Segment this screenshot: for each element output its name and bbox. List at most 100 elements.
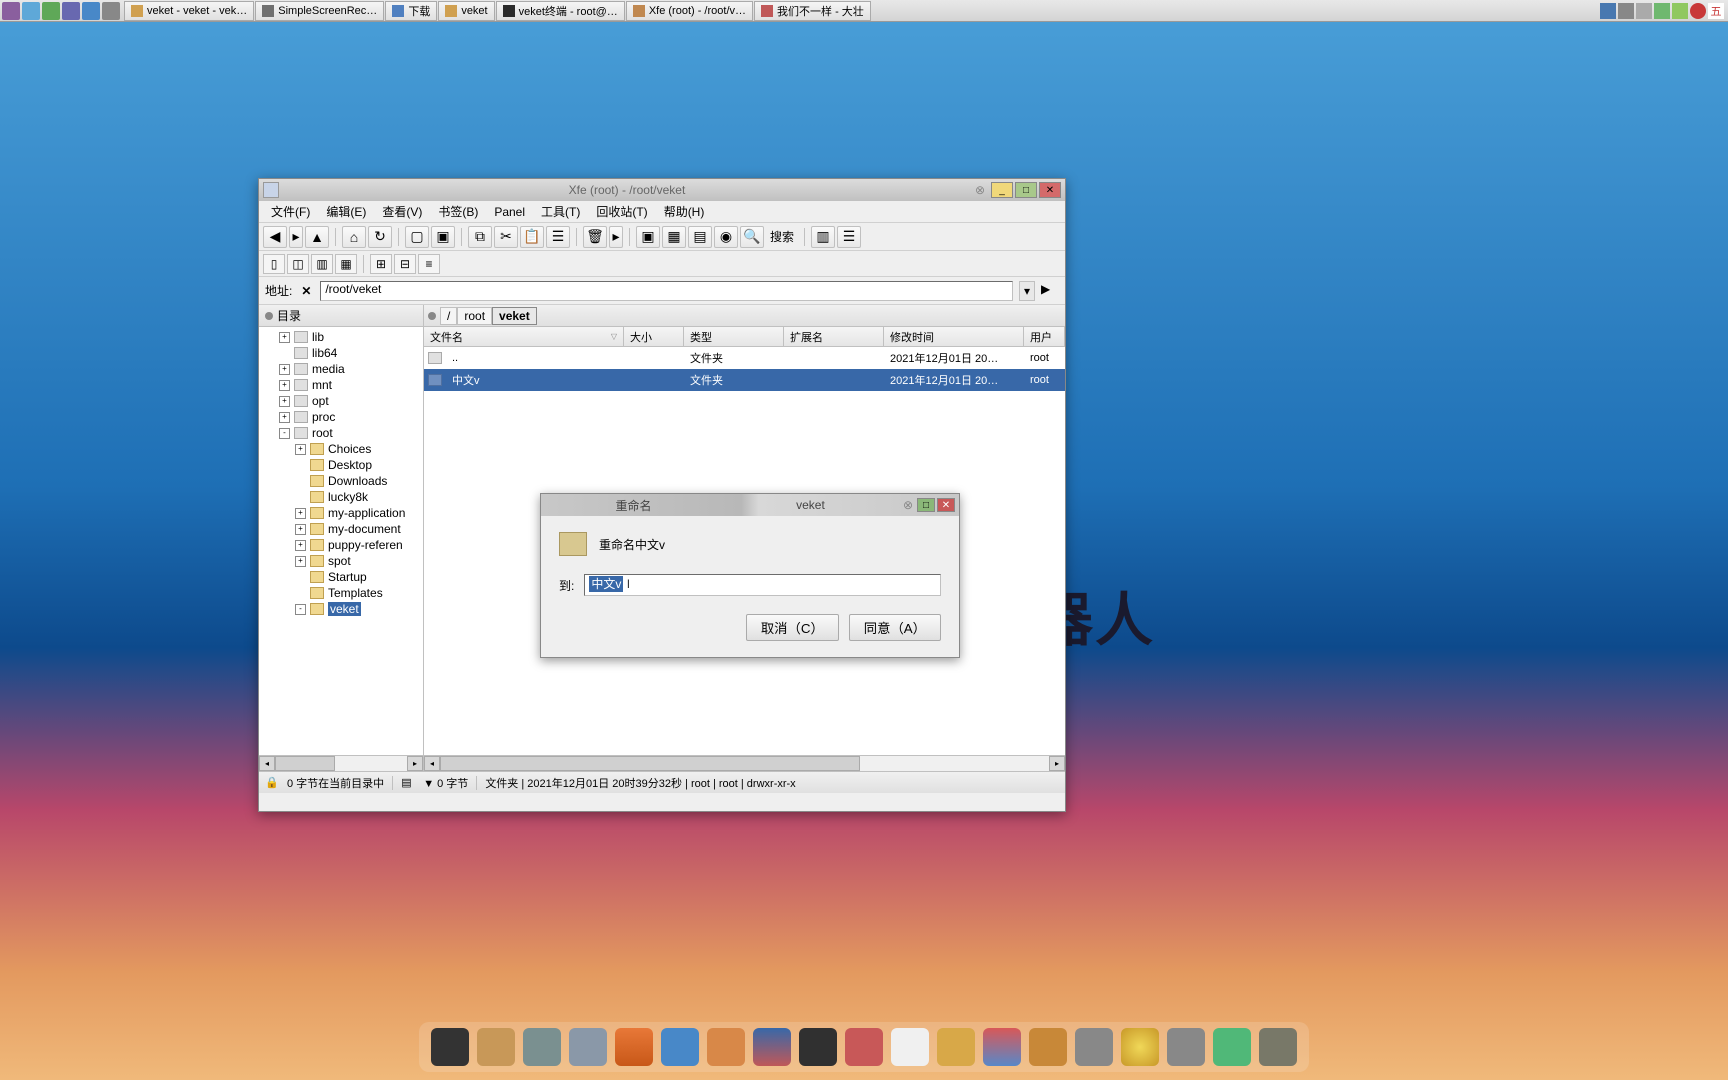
tree-item[interactable]: Startup — [259, 569, 423, 585]
dock-app-icon[interactable] — [937, 1028, 975, 1066]
tree-toggle-button[interactable]: + — [295, 508, 306, 519]
dock-app-icon[interactable] — [1259, 1028, 1297, 1066]
minimize-button[interactable]: _ — [991, 182, 1013, 198]
properties-button[interactable]: ☰ — [546, 226, 570, 248]
task-button[interactable]: veket - veket - vek… — [124, 1, 254, 21]
dock-app-icon[interactable] — [799, 1028, 837, 1066]
task-button[interactable]: 我们不一样 - 大壮 — [754, 1, 871, 21]
tray-workspace-icon[interactable] — [1618, 3, 1634, 19]
dock-app-icon[interactable] — [1029, 1028, 1067, 1066]
dock-app-icon[interactable] — [1075, 1028, 1113, 1066]
menu-help[interactable]: 帮助(H) — [658, 201, 711, 222]
dock-firefox-icon[interactable] — [615, 1028, 653, 1066]
breadcrumb-segment-current[interactable]: veket — [492, 307, 537, 325]
tree-toggle-button[interactable]: + — [279, 380, 290, 391]
menu-edit[interactable]: 编辑(E) — [320, 201, 372, 222]
tree-body[interactable]: +liblib64+media+mnt+opt+proc-root+Choice… — [259, 327, 423, 755]
layout-tree-pane-button[interactable]: ◫ — [287, 254, 309, 274]
task-button[interactable]: veket终端 - root@… — [496, 1, 625, 21]
dock-brightness-icon[interactable] — [1121, 1028, 1159, 1066]
tree-item[interactable]: -veket — [259, 601, 423, 617]
view-list-button[interactable]: ☰ — [837, 226, 861, 248]
extract-button[interactable]: ▤ — [688, 226, 712, 248]
cancel-button[interactable]: 取消（C） — [746, 614, 839, 641]
address-input[interactable]: /root/veket — [320, 281, 1013, 301]
clear-address-button[interactable]: ✕ — [298, 283, 314, 299]
column-type-header[interactable]: 类型 — [684, 327, 784, 346]
maximize-button[interactable]: □ — [1015, 182, 1037, 198]
tree-toggle-button[interactable]: - — [279, 428, 290, 439]
status-filter-icon[interactable]: ▤ — [401, 776, 415, 790]
rename-input[interactable]: 中文v I — [584, 574, 941, 596]
tree-item[interactable]: +opt — [259, 393, 423, 409]
tray-printer-icon[interactable] — [1636, 3, 1652, 19]
launcher-icon[interactable] — [102, 2, 120, 20]
menu-panel[interactable]: Panel — [488, 203, 531, 221]
menu-file[interactable]: 文件(F) — [265, 201, 316, 222]
tree-toggle-button[interactable]: + — [295, 556, 306, 567]
dialog-pin-icon[interactable]: ⊗ — [903, 498, 913, 512]
column-ext-header[interactable]: 扩展名 — [784, 327, 884, 346]
archive-button[interactable]: ▦ — [662, 226, 686, 248]
tree-item[interactable]: lib64 — [259, 345, 423, 361]
tray-workspace-icon[interactable] — [1600, 3, 1616, 19]
tree-item[interactable]: +my-document — [259, 521, 423, 537]
breadcrumb-segment[interactable]: root — [457, 307, 492, 325]
scroll-right-arrow[interactable]: ▸ — [407, 756, 423, 771]
menu-tools[interactable]: 工具(T) — [535, 201, 586, 222]
copy-button[interactable]: ⧉ — [468, 226, 492, 248]
scroll-left-arrow[interactable]: ◂ — [424, 756, 440, 771]
scroll-thumb[interactable] — [440, 756, 860, 771]
tree-toggle-button[interactable]: + — [279, 412, 290, 423]
layout-tree-two-button[interactable]: ▦ — [335, 254, 357, 274]
tree-toggle-button[interactable]: + — [279, 364, 290, 375]
cut-button[interactable]: ✂ — [494, 226, 518, 248]
launcher-icon[interactable] — [82, 2, 100, 20]
tree-item[interactable]: Templates — [259, 585, 423, 601]
forward-button[interactable]: ▸ — [289, 226, 303, 248]
tree-toggle-button[interactable]: + — [295, 540, 306, 551]
list-row[interactable]: 中文v文件夹2021年12月01日 20…root — [424, 369, 1065, 391]
list-scrollbar-horizontal[interactable]: ◂ ▸ — [424, 755, 1065, 771]
view-detail-button[interactable]: ≡ — [418, 254, 440, 274]
home-button[interactable]: ⌂ — [342, 226, 366, 248]
refresh-button[interactable]: ↻ — [368, 226, 392, 248]
tree-item[interactable]: +puppy-referen — [259, 537, 423, 553]
new-file-button[interactable]: ▢ — [405, 226, 429, 248]
terminal-button[interactable]: ▣ — [636, 226, 660, 248]
menu-bookmarks[interactable]: 书签(B) — [432, 201, 484, 222]
dock-app-icon[interactable] — [569, 1028, 607, 1066]
tray-shield-icon[interactable] — [1654, 3, 1670, 19]
tree-toggle-button[interactable]: + — [279, 332, 290, 343]
tree-item[interactable]: +mnt — [259, 377, 423, 393]
launcher-icon[interactable] — [42, 2, 60, 20]
menu-trash[interactable]: 回收站(T) — [590, 201, 653, 222]
delete-button[interactable]: ▸ — [609, 226, 623, 248]
tray-ime-icon[interactable]: 五 — [1708, 3, 1724, 19]
close-button[interactable]: ✕ — [1039, 182, 1061, 198]
trash-button[interactable]: 🗑 — [583, 226, 607, 248]
list-row[interactable]: ..文件夹2021年12月01日 20…root — [424, 347, 1065, 369]
tray-battery-icon[interactable] — [1672, 3, 1688, 19]
tree-item[interactable]: Downloads — [259, 473, 423, 489]
view-icon-button[interactable]: ▥ — [811, 226, 835, 248]
layout-two-pane-button[interactable]: ▥ — [311, 254, 333, 274]
dock-linux-icon[interactable] — [891, 1028, 929, 1066]
dock-app-icon[interactable] — [523, 1028, 561, 1066]
tree-item[interactable]: +spot — [259, 553, 423, 569]
layout-one-pane-button[interactable]: ▯ — [263, 254, 285, 274]
tree-toggle-button[interactable]: + — [295, 524, 306, 535]
tree-toggle-button[interactable]: + — [279, 396, 290, 407]
new-folder-button[interactable]: ▣ — [431, 226, 455, 248]
dock-paint-icon[interactable] — [707, 1028, 745, 1066]
launcher-icon[interactable] — [2, 2, 20, 20]
up-button[interactable]: ▲ — [305, 226, 329, 248]
column-size-header[interactable]: 大小 — [624, 327, 684, 346]
dock-app-icon[interactable] — [983, 1028, 1021, 1066]
tree-item[interactable]: Desktop — [259, 457, 423, 473]
scroll-left-arrow[interactable]: ◂ — [259, 756, 275, 771]
tree-item[interactable]: +my-application — [259, 505, 423, 521]
scroll-track[interactable] — [275, 756, 407, 771]
column-name-header[interactable]: 文件名▽ — [424, 327, 624, 346]
dialog-titlebar[interactable]: 重命名 veket ⊗ □ ✕ — [541, 494, 959, 516]
